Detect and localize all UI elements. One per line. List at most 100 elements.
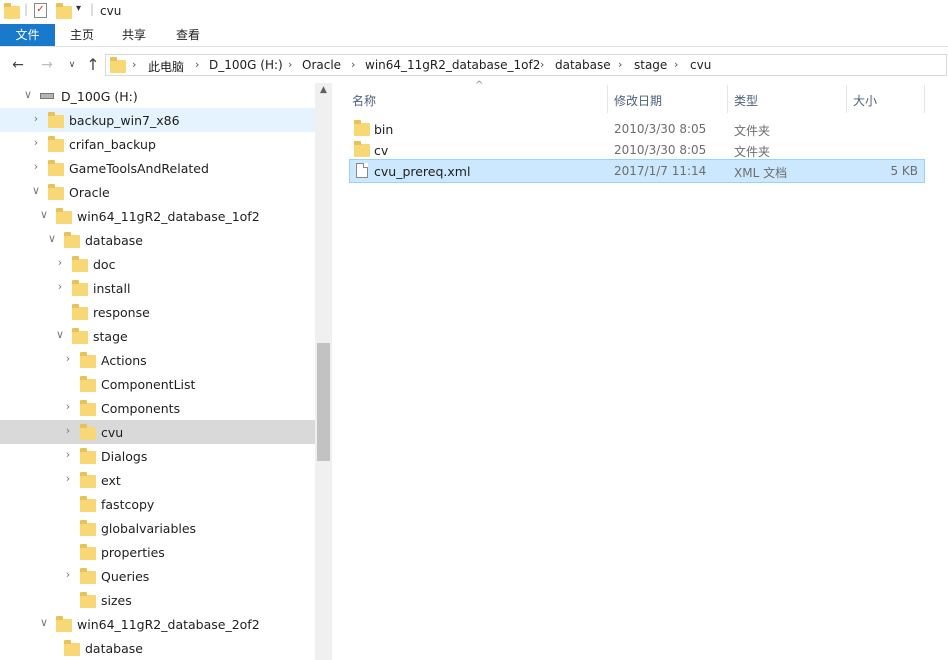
chevron-right-icon[interactable]: › [62,473,74,485]
breadcrumb-oracle[interactable]: Oracle [302,58,341,72]
tree-item[interactable]: ∨ win64_11gR2_database_2of2 [0,612,315,636]
new-folder-icon[interactable] [56,3,72,19]
tree-item[interactable]: › Actions [0,348,315,372]
tree-item[interactable]: › GameToolsAndRelated [0,156,315,180]
tree-item-label: ComponentList [101,377,196,392]
chevron-right-icon[interactable]: › [62,425,74,437]
folder-icon [80,448,96,464]
tree-item[interactable]: › install [0,276,315,300]
column-divider[interactable] [607,85,608,113]
chevron-down-icon[interactable]: ∨ [22,89,34,101]
tree-item[interactable]: › cvu [0,420,315,444]
tree-item[interactable]: ∨ win64_11gR2_database_1of2 [0,204,315,228]
tree-item[interactable]: › Components [0,396,315,420]
tree-item[interactable]: › Queries [0,564,315,588]
chevron-down-icon[interactable]: ∨ [46,233,58,245]
tree-item[interactable]: › crifan_backup [0,132,315,156]
tree-item[interactable]: ComponentList [0,372,315,396]
tree-item[interactable]: response [0,300,315,324]
quick-access-dropdown-icon[interactable]: ▾ [76,3,81,14]
chevron-right-icon[interactable]: › [618,58,622,71]
scroll-up-arrow-icon[interactable]: ▲ [315,85,332,99]
tree-item[interactable]: ∨ database [0,228,315,252]
chevron-right-icon[interactable]: › [62,449,74,461]
chevron-right-icon[interactable]: › [62,353,74,365]
address-bar[interactable]: › 此电脑 › D_100G (H:) › Oracle › win64_11g… [105,54,947,76]
file-size: 5 KB [890,164,918,178]
tree-item[interactable]: database [0,636,315,660]
navigation-tree: ∨ D_100G (H:) › backup_win7_x86 › crifan_back… [0,83,315,660]
chevron-right-icon[interactable]: › [54,257,66,269]
navigation-bar: ← → ∨ ↑ › 此电脑 › D_100G (H:) › Oracle › w… [0,47,948,83]
chevron-right-icon[interactable]: › [54,281,66,293]
tree-item-label: cvu [101,425,124,440]
chevron-right-icon[interactable]: › [30,137,42,149]
xml-file-icon [356,163,368,178]
up-icon[interactable]: ↑ [83,55,103,75]
tree-item[interactable]: ∨ D_100G (H:) [0,84,315,108]
folder-icon [72,304,88,320]
chevron-right-icon[interactable]: › [132,58,136,71]
column-divider[interactable] [846,85,847,113]
breadcrumb-database[interactable]: database [555,58,611,72]
tree-item-label: doc [93,257,116,272]
tree-item-label: crifan_backup [69,137,156,152]
chevron-right-icon[interactable]: › [195,58,199,71]
chevron-right-icon[interactable]: › [674,58,678,71]
tree-item[interactable]: ∨ Oracle [0,180,315,204]
separator: | [90,2,95,16]
folder-icon [80,544,96,560]
tree-item[interactable]: sizes [0,588,315,612]
chevron-right-icon[interactable]: › [62,569,74,581]
recent-locations-icon[interactable]: ∨ [62,55,82,75]
tree-item-label: Components [101,401,181,416]
tree-item[interactable]: fastcopy [0,492,315,516]
breadcrumb-cvu[interactable]: cvu [690,58,711,72]
tree-item[interactable]: › Dialogs [0,444,315,468]
properties-icon[interactable]: ✓ [34,3,47,18]
breadcrumb-stage[interactable]: stage [634,58,667,72]
chevron-right-icon[interactable]: › [540,58,544,71]
chevron-right-icon[interactable]: › [62,401,74,413]
column-header-name[interactable]: 名称 [352,92,376,109]
tree-scrollbar[interactable]: ▲ [315,83,332,660]
tree-item[interactable]: › ext [0,468,315,492]
chevron-right-icon[interactable]: › [30,161,42,173]
file-name: bin [374,122,394,137]
tab-view[interactable]: 查看 [166,24,210,46]
tab-share[interactable]: 共享 [112,24,156,46]
breadcrumb-this-pc[interactable]: 此电脑 [148,58,184,75]
breadcrumb-database-1of2[interactable]: win64_11gR2_database_1of2 [365,58,540,72]
column-header-type[interactable]: 类型 [734,92,758,109]
column-divider[interactable] [727,85,728,113]
column-header-size[interactable]: 大小 [853,92,877,109]
tree-item[interactable]: › doc [0,252,315,276]
breadcrumb-drive[interactable]: D_100G (H:) [209,58,283,72]
tree-item[interactable]: › backup_win7_x86 [0,108,315,132]
forward-icon[interactable]: → [37,55,57,75]
tree-item-label: globalvariables [101,521,197,536]
file-row[interactable]: cv 2010/3/30 8:05 文件夹 [350,139,924,161]
folder-icon [56,208,72,224]
chevron-right-icon[interactable]: › [351,58,355,71]
file-row[interactable]: bin 2010/3/30 8:05 文件夹 [350,118,924,140]
scroll-thumb[interactable] [317,343,330,461]
file-row[interactable]: cvu_prereq.xml 2017/1/7 11:14 XML 文档 5 KB [349,159,925,183]
chevron-right-icon[interactable]: › [288,58,292,71]
column-divider[interactable] [924,85,925,113]
tab-home[interactable]: 主页 [60,24,104,46]
chevron-down-icon[interactable]: ∨ [30,185,42,197]
chevron-down-icon[interactable]: ∨ [38,209,50,221]
folder-icon [354,120,370,136]
chevron-down-icon[interactable]: ∨ [54,329,66,341]
back-icon[interactable]: ← [8,55,28,75]
column-header-date[interactable]: 修改日期 [614,92,662,109]
tree-item[interactable]: globalvariables [0,516,315,540]
tree-item[interactable]: properties [0,540,315,564]
tree-item[interactable]: ∨ stage [0,324,315,348]
folder-icon [48,160,64,176]
chevron-right-icon[interactable]: › [30,113,42,125]
chevron-down-icon[interactable]: ∨ [38,617,50,629]
tab-file[interactable]: 文件 [0,24,55,46]
tree-item-label: sizes [101,593,132,608]
